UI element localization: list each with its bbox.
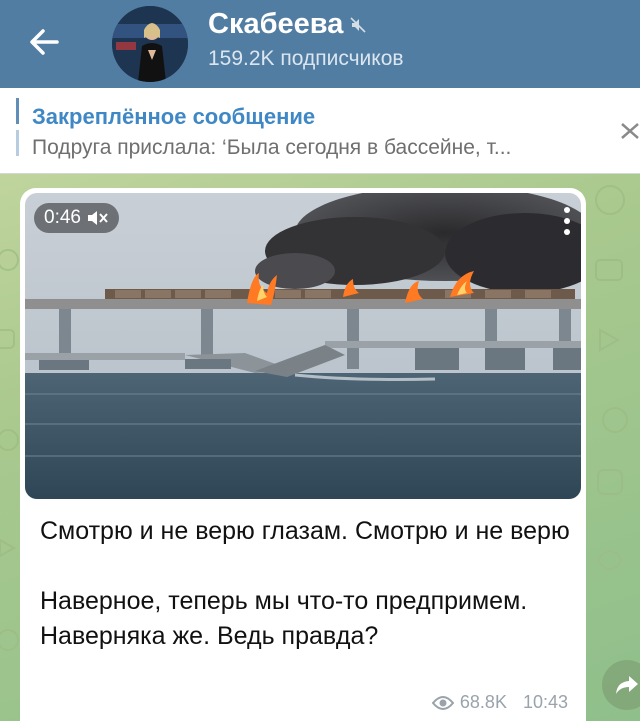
subscriber-count: 159.2K подписчиков <box>208 47 404 70</box>
arrow-left-icon <box>30 29 59 55</box>
video-player[interactable]: 0:46 <box>25 193 581 499</box>
chat-header: Скабеева 159.2K подписчиков <box>0 0 640 88</box>
close-icon[interactable] <box>616 116 640 144</box>
pinned-label: Закреплённое сообщение <box>32 104 316 129</box>
message-meta: 68.8K 10:43 <box>431 692 568 713</box>
pinned-message-bar[interactable]: Закреплённое сообщение Подруга прислала:… <box>0 88 640 174</box>
video-duration-badge[interactable]: 0:46 <box>34 203 119 233</box>
view-count: 68.8K <box>459 692 507 712</box>
pin-indicator <box>16 98 19 160</box>
sound-off-icon <box>87 211 108 225</box>
pinned-preview: Подруга прислала: ‘Была сегодня в бассей… <box>32 136 512 159</box>
channel-name: Скабеева <box>208 8 344 40</box>
channel-title[interactable]: Скабеева <box>208 8 404 41</box>
message-text: Смотрю и не верю глазам. Смотрю и не вер… <box>40 517 570 650</box>
avatar-image <box>112 6 188 82</box>
message-bubble[interactable]: 0:46 Смотрю и не верю глазам. Смотрю и н… <box>20 188 586 721</box>
mute-icon <box>350 16 366 33</box>
back-button[interactable] <box>22 20 66 64</box>
share-arrow-icon <box>616 676 638 694</box>
channel-avatar[interactable] <box>112 6 188 82</box>
video-thumbnail <box>25 193 581 499</box>
eye-icon <box>431 695 454 710</box>
video-duration: 0:46 <box>44 207 81 228</box>
more-vertical-icon[interactable] <box>561 205 573 239</box>
message-time: 10:43 <box>522 692 568 712</box>
